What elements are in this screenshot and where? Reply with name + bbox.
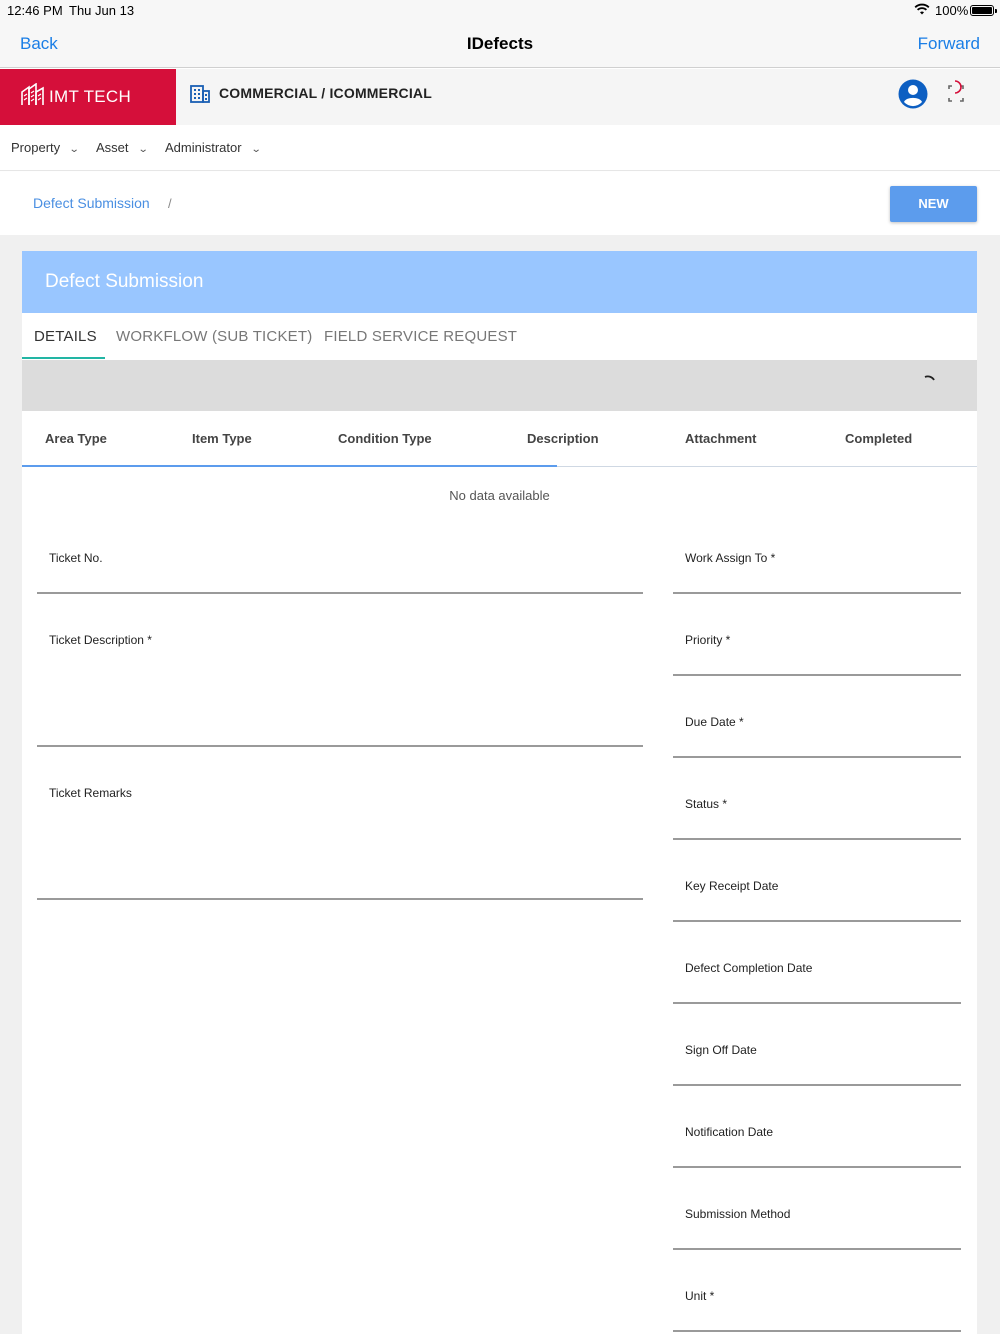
ticket-remarks-field[interactable]: Ticket Remarks: [37, 786, 643, 900]
breadcrumb-separator: /: [168, 196, 172, 211]
menu-administrator[interactable]: Administrator ⌄: [165, 140, 262, 155]
due-date-label: Due Date *: [685, 715, 744, 729]
notification-date-label: Notification Date: [685, 1125, 774, 1139]
defect-completion-date-field[interactable]: Defect Completion Date: [673, 961, 961, 1004]
submission-method-field[interactable]: Submission Method: [673, 1207, 961, 1250]
ticket-description-field[interactable]: Ticket Description *: [37, 633, 643, 747]
defect-submission-card: Defect Submission DETAILS WORKFLOW (SUB …: [22, 251, 977, 1334]
work-assign-to-field[interactable]: Work Assign To *: [673, 551, 961, 594]
column-area-type[interactable]: Area Type: [45, 431, 107, 446]
status-field[interactable]: Status *: [673, 797, 961, 840]
main-menu: Property ⌄ Asset ⌄ Administrator ⌄: [0, 125, 1000, 171]
organization-selector[interactable]: COMMERCIAL / ICOMMERCIAL: [219, 85, 432, 101]
notification-date-field[interactable]: Notification Date: [673, 1125, 961, 1168]
breadcrumb-bar: Defect Submission / NEW: [0, 172, 1000, 235]
key-receipt-date-field[interactable]: Key Receipt Date: [673, 879, 961, 922]
menu-asset[interactable]: Asset ⌄: [96, 140, 149, 155]
unit-label: Unit *: [685, 1289, 715, 1303]
priority-field[interactable]: Priority *: [673, 633, 961, 676]
submission-method-label: Submission Method: [685, 1207, 791, 1221]
due-date-field[interactable]: Due Date *: [673, 715, 961, 758]
app-header: IMT TECH COMMERCIAL / ICOMMERCIAL: [0, 69, 1000, 125]
building-icon: [190, 85, 210, 103]
defect-completion-date-label: Defect Completion Date: [685, 961, 813, 975]
status-time: 12:46 PM: [7, 3, 63, 18]
sign-off-date-field[interactable]: Sign Off Date: [673, 1043, 961, 1086]
card-header: Defect Submission: [22, 251, 977, 313]
work-assign-to-label: Work Assign To *: [685, 551, 776, 565]
breadcrumb-defect-submission[interactable]: Defect Submission: [33, 195, 150, 211]
active-tab-indicator: [22, 357, 105, 359]
chevron-down-icon: ⌄: [250, 144, 262, 155]
ticket-no-field[interactable]: Ticket No.: [37, 551, 643, 594]
status-date: Thu Jun 13: [69, 3, 135, 18]
column-condition-type[interactable]: Condition Type: [338, 431, 432, 446]
loading-spinner-icon: [924, 375, 935, 381]
menu-property[interactable]: Property ⌄: [11, 140, 80, 155]
status-label: Status *: [685, 797, 728, 811]
key-receipt-date-label: Key Receipt Date: [685, 879, 779, 893]
ticket-description-label: Ticket Description *: [49, 633, 152, 647]
priority-label: Priority *: [685, 633, 731, 647]
table-empty-message: No data available: [449, 488, 550, 503]
tab-field-service-request[interactable]: FIELD SERVICE REQUEST: [324, 328, 517, 345]
scan-icon[interactable]: [946, 79, 966, 103]
wifi-icon: [914, 3, 930, 15]
forward-button[interactable]: Forward: [918, 34, 980, 54]
status-bar: 12:46 PM Thu Jun 13 100%: [0, 0, 1000, 20]
menu-asset-label: Asset: [96, 140, 129, 155]
tab-workflow-sub-ticket[interactable]: WORKFLOW (SUB TICKET): [116, 328, 312, 345]
tab-details[interactable]: DETAILS: [34, 328, 97, 345]
user-account-icon[interactable]: [898, 79, 928, 109]
battery-percent: 100%: [935, 3, 969, 18]
menu-administrator-label: Administrator: [165, 140, 242, 155]
ticket-remarks-label: Ticket Remarks: [49, 786, 132, 800]
unit-field[interactable]: Unit *: [673, 1289, 961, 1332]
card-title: Defect Submission: [45, 271, 204, 292]
tab-bar: DETAILS WORKFLOW (SUB TICKET) FIELD SERV…: [22, 313, 977, 360]
table-loading-bar: [22, 465, 557, 467]
menu-property-label: Property: [11, 140, 61, 155]
chevron-down-icon: ⌄: [137, 144, 149, 155]
nav-title: IDefects: [466, 34, 534, 53]
sign-off-date-label: Sign Off Date: [685, 1043, 757, 1057]
column-item-type[interactable]: Item Type: [192, 431, 252, 446]
column-description[interactable]: Description: [527, 431, 599, 446]
logo-text: IMT TECH: [49, 87, 132, 106]
battery-icon: [970, 5, 997, 16]
chevron-down-icon: ⌄: [68, 144, 80, 155]
column-attachment[interactable]: Attachment: [685, 431, 757, 446]
ticket-no-label: Ticket No.: [49, 551, 103, 565]
new-button[interactable]: NEW: [890, 186, 977, 222]
table-header: Area Type Item Type Condition Type Descr…: [22, 411, 977, 467]
navigation-bar: Back IDefects Forward: [0, 20, 1000, 68]
logo-building-icon: [21, 83, 44, 105]
column-completed[interactable]: Completed: [845, 431, 912, 446]
table-toolbar: [22, 360, 977, 411]
brand-logo[interactable]: IMT TECH: [0, 69, 176, 125]
